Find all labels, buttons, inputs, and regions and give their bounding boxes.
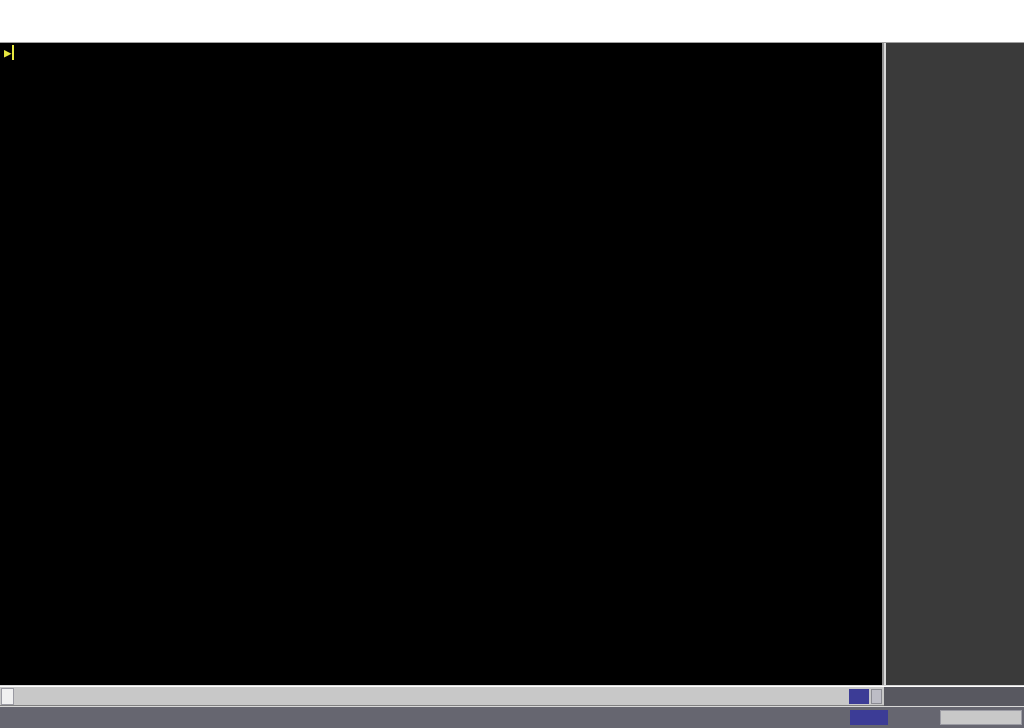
measurement-display[interactable]: ▶ [0, 43, 884, 685]
status-warning-badge[interactable] [871, 689, 882, 704]
status-bar [0, 686, 1024, 706]
extref-indicator [892, 710, 938, 725]
plot-canvas[interactable] [0, 43, 884, 685]
status-channel-number [1, 688, 14, 705]
status-cal-badge[interactable] [849, 689, 869, 704]
status-right-filler [884, 687, 1024, 706]
meas-indicator[interactable] [850, 710, 888, 725]
app-window: ▶ [0, 0, 1024, 728]
menubar [0, 22, 1024, 43]
softkey-panel[interactable] [886, 43, 1024, 685]
window-titlebar [0, 0, 1024, 22]
bottom-bar [0, 707, 1024, 728]
datetime-display [940, 710, 1022, 725]
